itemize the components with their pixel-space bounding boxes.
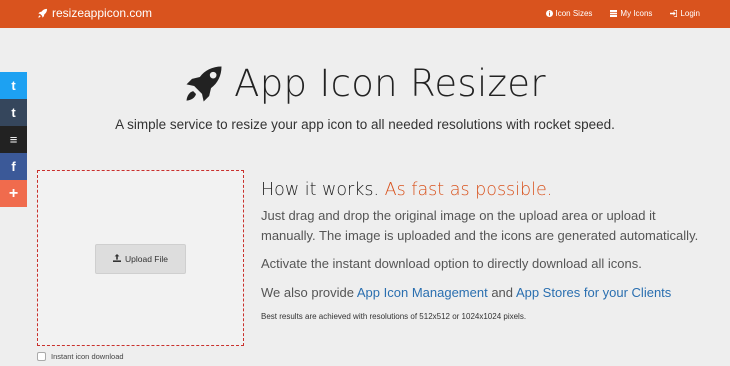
instant-download-option: Instant icon download bbox=[37, 352, 124, 361]
description-paragraph: Just drag and drop the original image on… bbox=[261, 208, 699, 243]
rocket-logo-icon bbox=[186, 66, 222, 101]
instant-download-label: Instant icon download bbox=[51, 352, 124, 361]
heading-plain: How it works. bbox=[261, 180, 380, 200]
heading-accent: As fast as possible. bbox=[384, 180, 553, 200]
brand-link[interactable]: resizeappicon.com bbox=[37, 6, 152, 20]
app-stores-link[interactable]: App Stores for your Clients bbox=[516, 285, 671, 300]
facebook-icon: f bbox=[11, 159, 16, 174]
buffer-icon: ≡ bbox=[9, 132, 18, 147]
nav-icon-sizes-label: Icon Sizes bbox=[555, 9, 593, 18]
page-title: App Icon Resizer bbox=[234, 62, 546, 105]
nav-login-label: Login bbox=[680, 9, 700, 18]
nav-my-icons-label: My Icons bbox=[620, 9, 653, 18]
how-it-works-section: How it works. As fast as possible. Just … bbox=[261, 180, 701, 323]
hero-heading: App Icon Resizer bbox=[0, 62, 730, 105]
app-icon-management-link[interactable]: App Icon Management bbox=[357, 285, 488, 300]
nav-my-icons[interactable]: My Icons bbox=[610, 9, 652, 18]
services-prefix: We also provide bbox=[261, 284, 354, 300]
upload-dropzone[interactable]: Upload File bbox=[37, 170, 244, 346]
navbar: resizeappicon.com Icon Sizes My Icons Lo… bbox=[0, 0, 730, 28]
nav-login[interactable]: Login bbox=[670, 9, 700, 18]
how-it-works-heading: How it works. As fast as possible. bbox=[261, 180, 701, 200]
resolution-note: Best results are achieved with resolutio… bbox=[261, 312, 527, 321]
more-share-button[interactable]: + bbox=[0, 180, 27, 207]
services-mid: and bbox=[491, 284, 514, 300]
nav-icon-sizes[interactable]: Icon Sizes bbox=[545, 9, 593, 18]
instant-download-paragraph: Activate the instant download option to … bbox=[261, 256, 642, 271]
instant-download-checkbox[interactable] bbox=[37, 352, 46, 361]
upload-file-label: Upload File bbox=[125, 254, 168, 264]
grid-icon bbox=[610, 10, 618, 17]
brand-name: resizeappicon.com bbox=[52, 6, 153, 20]
upload-icon bbox=[113, 254, 121, 264]
info-circle-icon bbox=[545, 10, 553, 17]
upload-file-button[interactable]: Upload File bbox=[95, 244, 186, 274]
facebook-share-button[interactable]: f bbox=[0, 153, 27, 180]
rocket-icon bbox=[37, 8, 48, 19]
page-subtitle: A simple service to resize your app icon… bbox=[115, 117, 615, 132]
sign-in-icon bbox=[670, 10, 678, 17]
services-paragraph: We also provide App Icon Management and … bbox=[261, 283, 701, 303]
nav-menu: Icon Sizes My Icons Login bbox=[545, 9, 700, 18]
plus-icon: + bbox=[8, 184, 19, 202]
